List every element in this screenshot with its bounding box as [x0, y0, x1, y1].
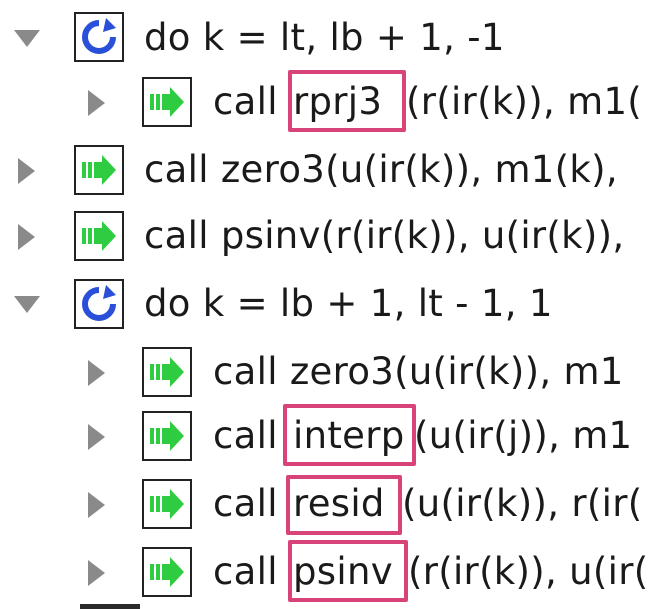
collapsed-triangle-icon[interactable] — [88, 492, 105, 518]
tree-row-loop[interactable]: do k = lb + 1, lt - 1, 1 — [0, 272, 658, 336]
tree-row-call[interactable]: call psinv (r(ir(k)), u(ir( — [0, 540, 658, 604]
collapsed-triangle-icon[interactable] — [88, 90, 105, 116]
call-args: (r(ir(k)), u(ir( — [408, 550, 649, 593]
call-label: call zero3(u(ir(k)), m1(k), — [144, 148, 618, 191]
expand-triangle-icon[interactable] — [14, 30, 40, 47]
tree-row-call[interactable]: call zero3(u(ir(k)), m1(k), — [0, 138, 658, 202]
loop-label: do k = lb + 1, lt - 1, 1 — [144, 282, 553, 325]
call-args: (u(ir(k)), r(ir( — [402, 482, 643, 525]
call-arrow-icon — [142, 479, 192, 529]
tree-row-call[interactable]: call psinv(r(ir(k)), u(ir(k)), — [0, 204, 658, 268]
highlight-box — [286, 475, 402, 535]
collapsed-triangle-icon[interactable] — [18, 224, 35, 250]
call-arrow-icon — [74, 145, 124, 195]
call-arrow-icon — [142, 411, 192, 461]
call-keyword: call — [213, 482, 278, 525]
call-keyword: call — [213, 80, 278, 123]
call-args: (r(ir(k)), m1( — [406, 80, 643, 123]
highlight-box — [283, 404, 416, 466]
tree-row-call[interactable]: call rprj3 (r(ir(k)), m1( — [0, 70, 658, 134]
highlight-box — [288, 540, 408, 602]
collapsed-triangle-icon[interactable] — [88, 560, 105, 586]
tree-row-call[interactable]: call resid (u(ir(k)), r(ir( — [0, 472, 658, 536]
loop-label: do k = lt, lb + 1, -1 — [144, 16, 505, 59]
call-label: call psinv(r(ir(k)), u(ir(k)), — [144, 214, 625, 257]
loop-icon — [74, 279, 124, 329]
call-arrow-icon — [142, 77, 192, 127]
call-keyword: call — [213, 550, 278, 593]
call-args: (u(ir(j)), m1 — [414, 414, 633, 457]
tree-row-call[interactable]: call zero3(u(ir(k)), m1 — [0, 340, 658, 404]
collapsed-triangle-icon[interactable] — [88, 360, 105, 386]
call-arrow-icon — [142, 347, 192, 397]
highlight-box — [288, 70, 406, 132]
collapsed-triangle-icon[interactable] — [18, 158, 35, 184]
expand-triangle-icon[interactable] — [14, 296, 40, 313]
tree-row-loop[interactable]: do k = lt, lb + 1, -1 — [0, 6, 658, 70]
call-keyword: call — [213, 414, 278, 457]
next-row-edge — [80, 604, 140, 609]
loop-icon — [74, 12, 124, 62]
collapsed-triangle-icon[interactable] — [88, 424, 105, 450]
call-arrow-icon — [142, 547, 192, 597]
tree-row-call[interactable]: call interp (u(ir(j)), m1 — [0, 404, 658, 468]
call-tree: do k = lt, lb + 1, -1 call rprj3 (r(ir(k… — [0, 0, 658, 609]
call-label: call zero3(u(ir(k)), m1 — [213, 350, 624, 393]
call-arrow-icon — [74, 211, 124, 261]
